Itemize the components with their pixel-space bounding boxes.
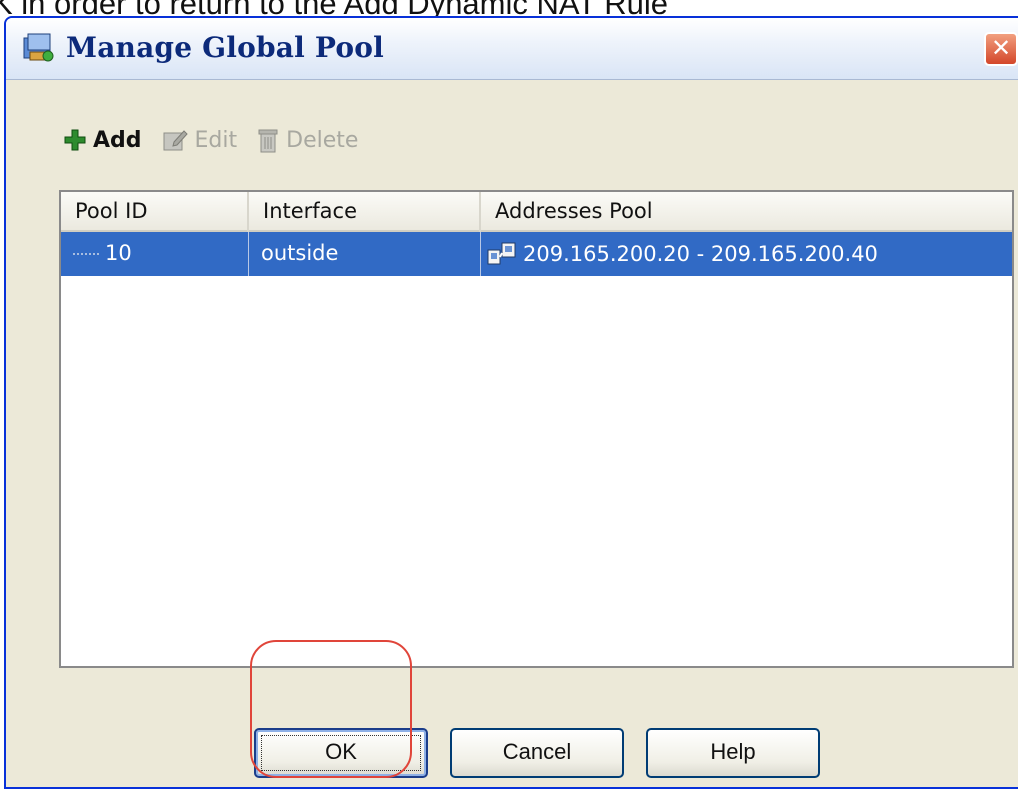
edit-button[interactable]: Edit [162, 127, 238, 153]
help-button[interactable]: Help [646, 728, 820, 778]
add-button[interactable]: Add [64, 128, 142, 153]
help-label: Help [710, 739, 756, 764]
dialog-title: Manage Global Pool [66, 31, 384, 64]
column-header-addresses-pool[interactable]: Addresses Pool [481, 192, 1012, 232]
asdm-app-icon [23, 33, 54, 62]
manage-global-pool-dialog: Manage Global Pool ✕ Add Edit Delete Poo… [4, 16, 1018, 789]
add-label: Add [93, 127, 142, 153]
add-plus-icon [64, 129, 86, 151]
edit-icon [163, 130, 188, 151]
delete-label: Delete [286, 127, 359, 153]
table-header: Pool ID Interface Addresses Pool [61, 192, 1012, 232]
dialog-body: Add Edit Delete Pool ID Interface Addres… [14, 80, 1018, 787]
tree-connector [73, 253, 99, 255]
toolbar: Add Edit Delete [64, 120, 372, 160]
global-pool-table: Pool ID Interface Addresses Pool 10 outs… [59, 190, 1014, 668]
address-range-icon [487, 242, 516, 265]
title-bar[interactable]: Manage Global Pool ✕ [6, 18, 1018, 80]
cell-pool-id: 10 [61, 232, 249, 276]
button-bar: OK Cancel Help [14, 728, 1018, 788]
addresses-pool-value: 209.165.200.20 - 209.165.200.40 [523, 242, 878, 266]
annotation-highlight-ring [250, 640, 412, 778]
cancel-button[interactable]: Cancel [450, 728, 624, 778]
column-header-pool-id[interactable]: Pool ID [61, 192, 249, 232]
cancel-label: Cancel [502, 739, 572, 764]
edit-label: Edit [194, 127, 238, 153]
delete-button[interactable]: Delete [257, 127, 358, 153]
trash-icon [258, 129, 278, 153]
cell-addresses-pool: 209.165.200.20 - 209.165.200.40 [481, 232, 1012, 276]
close-icon: ✕ [990, 34, 1012, 62]
table-row[interactable]: 10 outside 209.165.200.20 - 209.165.200.… [61, 232, 1012, 276]
column-header-interface[interactable]: Interface [249, 192, 481, 232]
pool-id-value: 10 [105, 241, 132, 265]
close-button[interactable]: ✕ [984, 32, 1018, 66]
cell-interface: outside [249, 232, 481, 276]
